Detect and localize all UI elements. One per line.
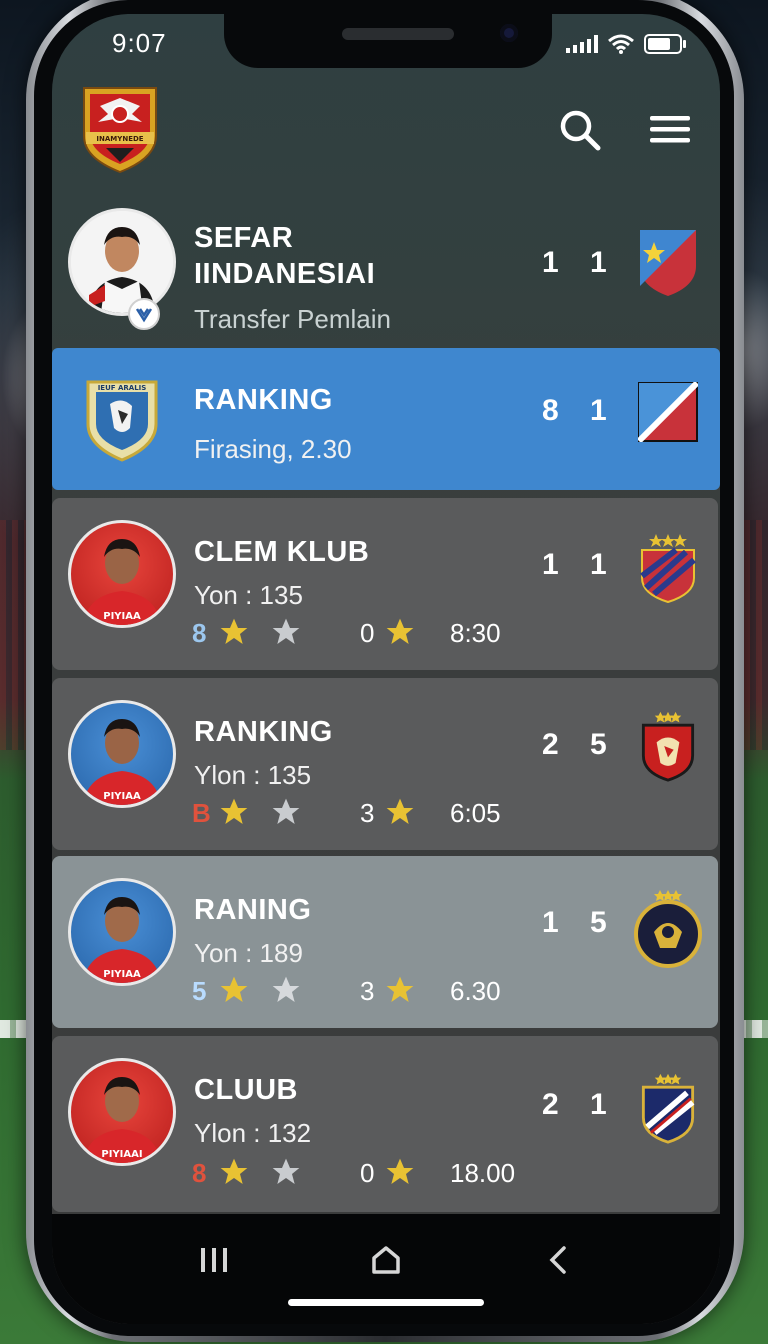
player-avatar: PIYIAA [68, 878, 176, 986]
player-avatar [68, 208, 176, 316]
second-number: 0 [360, 618, 375, 648]
status-icons [566, 34, 686, 54]
silver-star-icon [272, 976, 300, 1002]
hero-subtitle: Transfer Pemlain [194, 304, 391, 334]
club-crest-logo[interactable]: INAMYNEDE [78, 84, 162, 174]
signal-icon [566, 35, 598, 53]
second-number: 3 [360, 798, 375, 828]
silver-star-icon [272, 1158, 300, 1184]
silver-star-icon [272, 798, 300, 824]
gold-star-icon [220, 618, 248, 644]
card-stats: 8 0 8:30 [192, 618, 522, 652]
system-navigation-bar [52, 1214, 720, 1324]
score-left: 2 [542, 1088, 559, 1121]
jersey-text: PIYIAA [103, 611, 141, 622]
stat-number: 8 [192, 1158, 207, 1188]
silver-star-icon [272, 618, 300, 644]
card-title: CLUUB [194, 1074, 298, 1106]
score-right: 5 [590, 906, 607, 939]
player-avatar: PIYIAA [68, 700, 176, 808]
jersey-text: PIYIAAI [101, 1149, 142, 1160]
score-left: 8 [542, 394, 559, 427]
jersey-text: PIYIAA [103, 791, 141, 802]
score-left: 1 [542, 548, 559, 581]
card-stats: 8 0 18.00 [192, 1158, 522, 1192]
score-right: 5 [590, 728, 607, 761]
card-subtitle: Yon : 189 [194, 938, 303, 968]
back-chevron-icon[interactable] [538, 1240, 578, 1280]
highlight-title: RANKING [194, 384, 333, 416]
card-title: RANKING [194, 716, 333, 748]
match-time: 6:05 [450, 798, 501, 828]
team-crest-icon [641, 711, 695, 782]
team-crest-icon [634, 890, 702, 968]
card-stats: 5 3 6.30 [192, 976, 522, 1010]
recents-icon[interactable] [194, 1240, 234, 1280]
stat-number: 8 [192, 618, 207, 648]
logo-text: INAMYNEDE [96, 135, 143, 143]
card-title: CLEM KLUB [194, 536, 370, 568]
speaker-grille [342, 28, 454, 40]
score-right: 1 [590, 548, 607, 581]
second-number: 3 [360, 976, 375, 1006]
front-camera [500, 24, 518, 42]
stat-number: B [192, 798, 211, 828]
jersey-text: PIYIAA [103, 969, 141, 980]
match-time: 18.00 [450, 1158, 516, 1188]
score-left: 2 [542, 728, 559, 761]
search-icon[interactable] [556, 106, 604, 154]
player-avatar: PIYIAA [68, 520, 176, 628]
score-left: 1 [542, 906, 559, 939]
gold-star-icon [220, 976, 248, 1002]
highlight-subtitle: Firasing, 2.30 [194, 434, 352, 464]
club-card[interactable]: PIYIAA RANING Yon : 189 5 3 6.30 1 5 [52, 856, 718, 1028]
gold-star-icon [386, 1158, 414, 1184]
gold-star-icon [220, 798, 248, 824]
verified-badge-icon [128, 298, 160, 330]
wifi-icon [608, 34, 634, 54]
home-indicator[interactable] [288, 1299, 484, 1306]
match-time: 6.30 [450, 976, 501, 1006]
card-title: RANING [194, 894, 312, 926]
club-card[interactable]: PIYIAAI CLUUB Ylon : 132 8 0 18.00 2 1 [52, 1036, 718, 1212]
gold-star-icon [386, 798, 414, 824]
gold-star-icon [220, 1158, 248, 1184]
stat-number: 5 [192, 976, 207, 1006]
score-right: 1 [590, 394, 607, 427]
battery-icon [644, 34, 686, 54]
score-left: 1 [542, 246, 559, 279]
card-subtitle: Ylon : 135 [194, 760, 312, 790]
match-time: 8:30 [450, 618, 501, 648]
hero-title-line1: SEFAR [194, 222, 294, 254]
score-right: 1 [590, 1088, 607, 1121]
ranking-highlight-row[interactable]: IEUF ARALIS RANKING Firasing, 2.30 8 1 [52, 348, 720, 490]
card-subtitle: Ylon : 132 [194, 1118, 312, 1148]
player-avatar: PIYIAAI [68, 1058, 176, 1166]
club-badge-text: IEUF ARALIS [98, 384, 147, 392]
team-crest-icon [641, 1073, 695, 1144]
card-subtitle: Yon : 135 [194, 580, 303, 610]
status-time: 9:07 [112, 28, 167, 58]
card-stats: B 3 6:05 [192, 798, 522, 832]
score-right: 1 [590, 246, 607, 279]
notch [224, 14, 552, 68]
team-crest-icon [640, 534, 696, 604]
home-icon[interactable] [366, 1240, 406, 1280]
app-screen: 9:07 INAMYNEDE SEFAR IINDANESIAI Transfe… [52, 14, 720, 1324]
hero-player-row[interactable]: SEFAR IINDANESIAI Transfer Pemlain 1 1 [52, 202, 720, 342]
second-number: 0 [360, 1158, 375, 1188]
club-card[interactable]: PIYIAA CLEM KLUB Yon : 135 8 0 8:30 1 1 [52, 498, 718, 670]
club-badge-icon: IEUF ARALIS [86, 380, 158, 462]
gold-star-icon [386, 976, 414, 1002]
gold-star-icon [386, 618, 414, 644]
team-flag-icon [638, 382, 698, 442]
club-card[interactable]: PIYIAA RANKING Ylon : 135 B 3 6:05 2 5 [52, 678, 718, 850]
hero-title-line2: IINDANESIAI [194, 258, 376, 290]
team-crest-icon [640, 230, 696, 296]
hamburger-menu-icon[interactable] [646, 106, 694, 154]
